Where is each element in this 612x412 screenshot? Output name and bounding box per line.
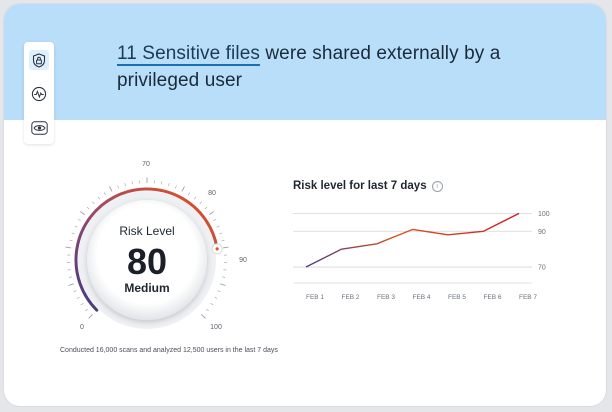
data-point[interactable] — [341, 248, 343, 250]
x-tick-label: FEB 4 — [412, 294, 430, 301]
x-tick-label: FEB 1 — [306, 294, 324, 301]
x-tick-label: FEB 3 — [377, 294, 395, 301]
x-tick-label: FEB 7 — [519, 294, 537, 301]
x-tick-label: FEB 2 — [341, 294, 359, 301]
risk-card: 11 Sensitive files were shared externall… — [4, 4, 606, 406]
risk-line-chart: 70 90 100 FEB 1 FEB 2 FEB 3 FEB 4 FEB 5 FEB 6 FEB… — [293, 211, 550, 301]
x-tick-label: FEB 6 — [483, 294, 501, 301]
chart-series — [305, 212, 520, 268]
risk-series-line — [305, 212, 520, 268]
y-tick-label: 70 — [538, 265, 546, 272]
data-point[interactable] — [483, 230, 485, 232]
data-point[interactable] — [305, 266, 307, 268]
chart-grid — [293, 212, 532, 284]
chart-axis-labels: 70 90 100 FEB 1 FEB 2 FEB 3 FEB 4 FEB 5 FEB 6 FEB… — [306, 211, 550, 301]
data-point[interactable] — [376, 243, 378, 245]
y-tick-label: 100 — [538, 211, 550, 218]
y-tick-label: 90 — [538, 229, 546, 236]
data-point[interactable] — [412, 229, 414, 231]
data-point[interactable] — [518, 213, 520, 215]
data-point[interactable] — [447, 234, 449, 236]
x-tick-label: FEB 5 — [448, 294, 466, 301]
